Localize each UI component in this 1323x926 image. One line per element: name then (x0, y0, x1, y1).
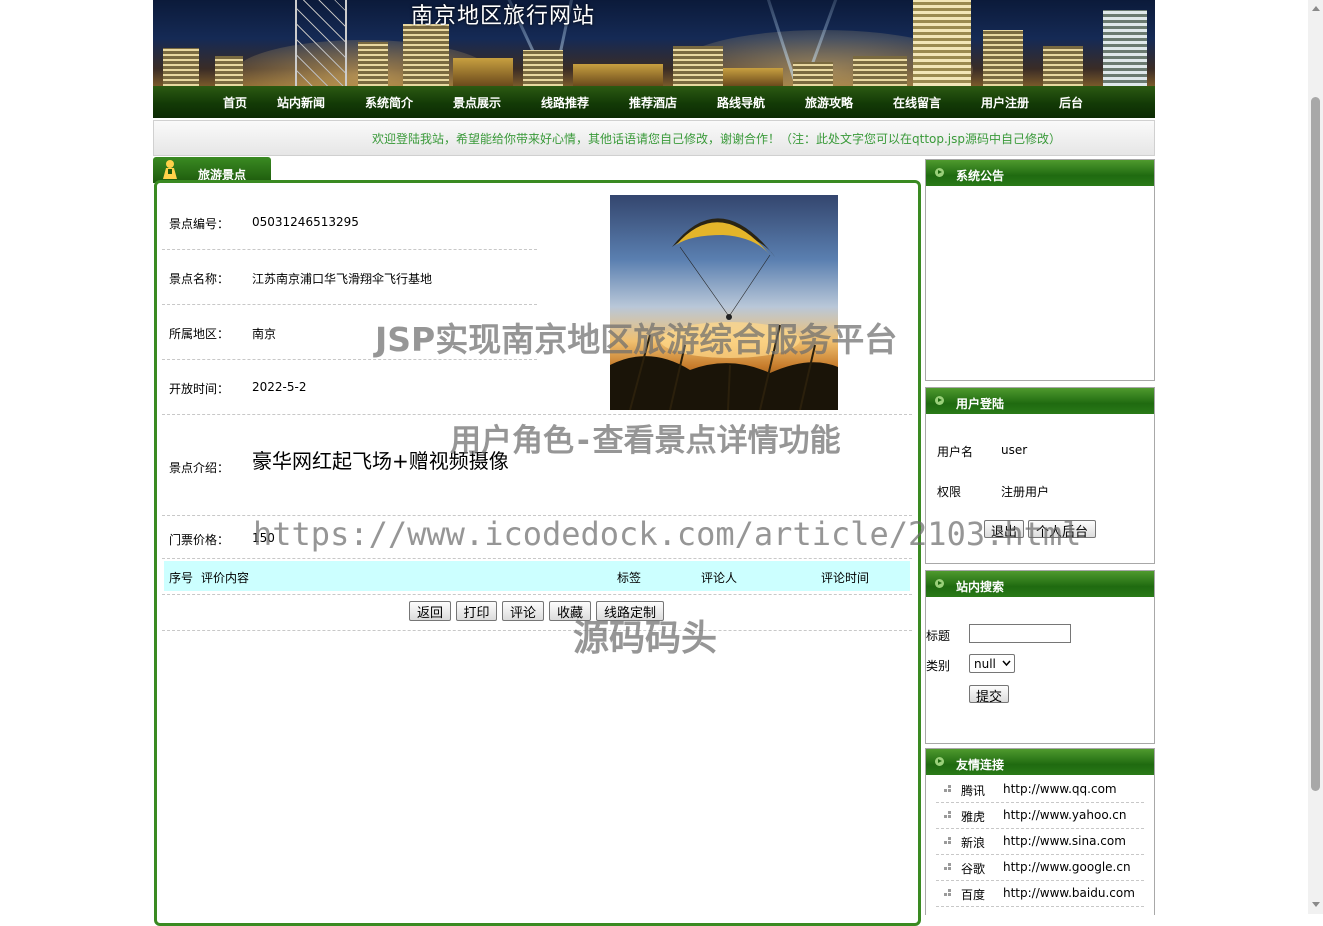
welcome-text: 欢迎登陆我站，希望能给你带来好心情，其他话语请您自己修改，谢谢合作！（注：此处文… (372, 132, 1062, 146)
search-type-label: 类别 (926, 659, 951, 673)
username-label: 用户名 (937, 445, 974, 459)
arrow-icon (935, 579, 944, 588)
open-value: 2022-5-2 (252, 380, 307, 394)
col-tag: 标签 (617, 571, 642, 585)
link-item[interactable]: 百度 http://www.baidu.com (936, 881, 1144, 907)
username-value: user (1001, 443, 1028, 457)
paraglider-photo (610, 195, 838, 410)
col-reviewer: 评论人 (701, 571, 738, 585)
links-header: 友情连接 (926, 749, 1154, 775)
nav-attractions[interactable]: 景点展示 (453, 94, 501, 111)
arrow-icon (935, 396, 944, 405)
link-item[interactable]: 谷歌 http://www.google.cn (936, 855, 1144, 881)
col-time: 评论时间 (821, 571, 870, 585)
link-name[interactable]: 谷歌 (961, 860, 985, 877)
search-title-label: 标题 (926, 629, 951, 643)
link-url[interactable]: http://www.sina.com (1003, 834, 1126, 848)
search-title-input[interactable] (969, 624, 1071, 643)
header-banner: 南京地区旅行网站 (153, 0, 1155, 86)
col-content: 评价内容 (201, 571, 250, 585)
name-label: 景点名称： (169, 272, 230, 286)
site-title: 南京地区旅行网站 (411, 4, 596, 29)
page-scrollbar[interactable] (1308, 0, 1323, 914)
link-url[interactable]: http://www.yahoo.cn (1003, 808, 1126, 822)
search-title: 站内搜索 (956, 580, 1005, 594)
nav-hotels[interactable]: 推荐酒店 (629, 94, 677, 111)
paraglider-icon (610, 218, 838, 410)
bullet-icon (944, 785, 952, 793)
divider (162, 593, 912, 595)
link-url[interactable]: http://www.google.cn (1003, 860, 1131, 874)
col-index: 序号 (169, 571, 194, 585)
bullet-icon (944, 889, 952, 897)
comments-table-header: 序号 评价内容 标签 评论人 评论时间 (164, 561, 910, 591)
arrow-icon (935, 168, 944, 177)
links-box: 友情连接 腾讯 http://www.qq.com 雅虎 http://www.… (925, 748, 1155, 915)
link-item[interactable]: 腾讯 http://www.qq.com (936, 777, 1144, 803)
nav-about[interactable]: 系统简介 (365, 94, 413, 111)
link-name[interactable]: 百度 (961, 886, 985, 903)
attraction-detail-panel: 景点编号： 05031246513295 景点名称： 江苏南京浦口华飞滑翔伞飞行… (154, 180, 921, 926)
notice-title: 系统公告 (956, 169, 1005, 183)
link-item[interactable]: 新浪 http://www.sina.com (936, 829, 1144, 855)
notice-box: 系统公告 (925, 159, 1155, 381)
tourist-icon (163, 160, 177, 179)
code-label: 景点编号： (169, 217, 230, 231)
role-value: 注册用户 (1001, 485, 1050, 499)
role-label: 权限 (937, 485, 962, 499)
divider-bottom (162, 629, 912, 631)
intro-label: 景点介绍： (169, 461, 230, 475)
search-box: 站内搜索 标题 类别 null 提交 (925, 570, 1155, 744)
detail-row-name: 景点名称： 江苏南京浦口华飞滑翔伞飞行基地 (162, 250, 537, 305)
nav-routes[interactable]: 线路推荐 (541, 94, 589, 111)
link-name[interactable]: 腾讯 (961, 782, 985, 799)
region-label: 所属地区： (169, 327, 230, 341)
links-title: 友情连接 (956, 758, 1005, 772)
nav-navigation[interactable]: 路线导航 (717, 94, 765, 111)
welcome-bar: 欢迎登陆我站，希望能给你带来好心情，其他话语请您自己修改，谢谢合作！（注：此处文… (153, 120, 1155, 156)
code-value: 05031246513295 (252, 215, 359, 229)
nav-admin[interactable]: 后台 (1059, 94, 1083, 111)
name-value: 江苏南京浦口华飞滑翔伞飞行基地 (252, 272, 433, 286)
link-name[interactable]: 新浪 (961, 834, 985, 851)
search-type-value: null (974, 657, 996, 671)
detail-row-code: 景点编号： 05031246513295 (162, 195, 537, 250)
print-button[interactable]: 打印 (456, 601, 497, 621)
notice-header: 系统公告 (926, 160, 1154, 186)
nav-guides[interactable]: 旅游攻略 (805, 94, 853, 111)
main-nav: 首页 站内新闻 系统简介 景点展示 线路推荐 推荐酒店 路线导航 旅游攻略 在线… (153, 86, 1155, 118)
open-label: 开放时间： (169, 382, 230, 396)
watermark-subtitle: 用户角色-查看景点详情功能 (450, 423, 841, 459)
link-name[interactable]: 雅虎 (961, 808, 985, 825)
link-item[interactable]: 雅虎 http://www.yahoo.cn (936, 803, 1144, 829)
bullet-icon (944, 863, 952, 871)
comment-button[interactable]: 评论 (502, 601, 544, 621)
nav-messages[interactable]: 在线留言 (893, 94, 941, 111)
link-url[interactable]: http://www.baidu.com (1003, 886, 1135, 900)
scrollbar-thumb[interactable] (1311, 97, 1320, 791)
bullet-icon (944, 811, 952, 819)
price-label: 门票价格： (169, 533, 230, 547)
search-submit-button[interactable]: 提交 (969, 685, 1009, 705)
nav-register[interactable]: 用户注册 (981, 94, 1029, 111)
region-value: 南京 (252, 327, 277, 341)
search-header: 站内搜索 (926, 571, 1154, 597)
login-title: 用户登陆 (956, 397, 1005, 411)
watermark-brand: 源码码头 (573, 618, 718, 659)
chevron-down-icon (1002, 660, 1011, 667)
back-button[interactable]: 返回 (409, 601, 451, 621)
nav-news[interactable]: 站内新闻 (277, 94, 325, 111)
bullet-icon (944, 837, 952, 845)
arrow-icon (935, 757, 944, 766)
watermark-url: https://www.icodedock.com/article/2103.h… (253, 515, 1082, 553)
scroll-up-icon[interactable] (1312, 6, 1320, 11)
scroll-down-icon[interactable] (1312, 902, 1320, 907)
link-url[interactable]: http://www.qq.com (1003, 782, 1117, 796)
search-type-select[interactable]: null (969, 654, 1015, 673)
login-header: 用户登陆 (926, 388, 1154, 414)
watermark-title: JSP实现南京地区旅游综合服务平台 (375, 320, 898, 359)
nav-home[interactable]: 首页 (223, 94, 247, 111)
